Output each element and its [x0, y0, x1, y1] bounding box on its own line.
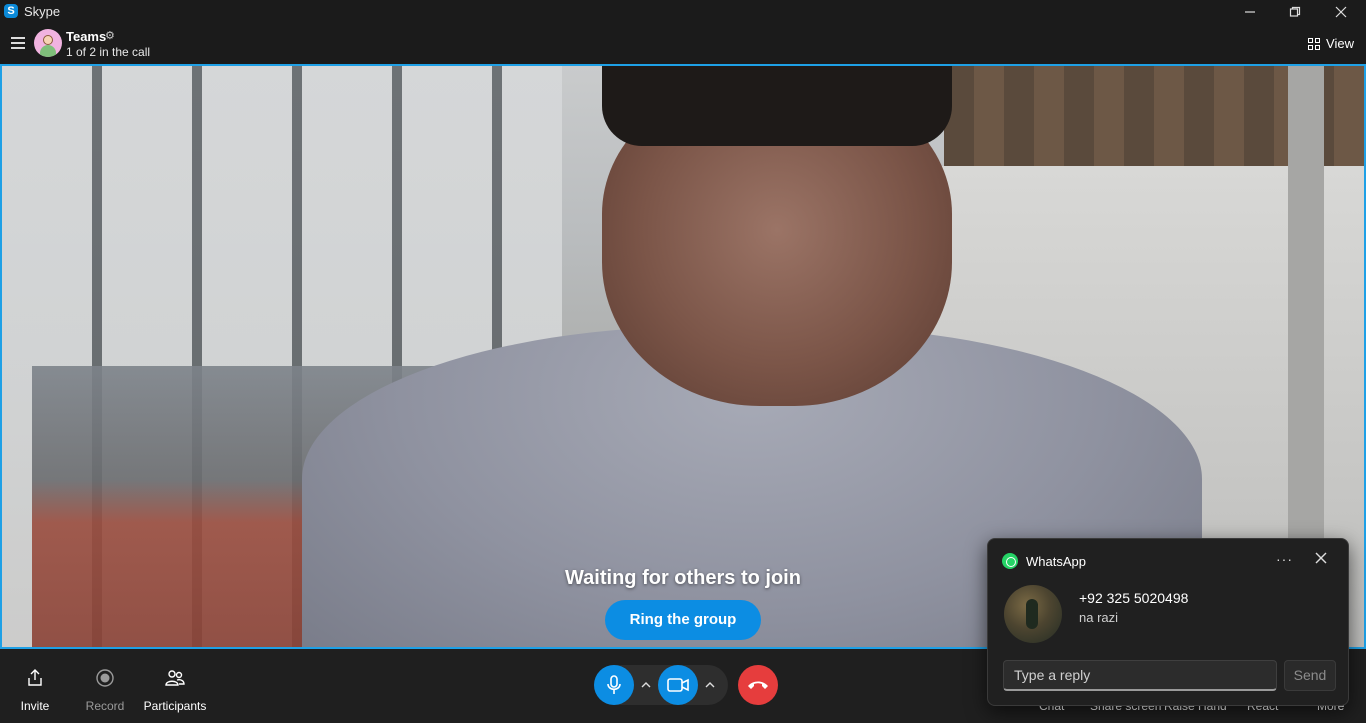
share-icon — [28, 669, 42, 686]
app-title: Skype — [24, 4, 61, 19]
minimize-icon — [1245, 11, 1255, 13]
people-icon — [165, 670, 185, 686]
grid-icon — [1308, 37, 1321, 50]
camera-options-button[interactable] — [702, 677, 718, 693]
video-camera-icon — [667, 678, 689, 692]
record-icon — [96, 669, 114, 687]
call-header: Teams ⚙ 1 of 2 in the call View — [0, 24, 1366, 64]
view-button[interactable]: View — [1308, 36, 1354, 51]
camera-button[interactable] — [658, 665, 698, 705]
ring-group-button[interactable]: Ring the group — [605, 600, 761, 640]
participant-count: 1 of 2 in the call — [66, 45, 151, 59]
whatsapp-icon — [1002, 553, 1018, 569]
message-preview: na razi — [1079, 610, 1119, 625]
minimize-button[interactable] — [1227, 0, 1273, 24]
notification-app-name: WhatsApp — [1026, 554, 1086, 569]
more-options-icon[interactable]: ··· — [1276, 551, 1293, 567]
microphone-icon — [607, 675, 621, 694]
close-icon[interactable] — [1314, 551, 1328, 565]
close-icon — [1335, 6, 1347, 18]
chevron-up-icon — [641, 682, 651, 688]
end-call-button[interactable] — [738, 665, 778, 705]
hang-up-icon — [748, 681, 768, 689]
record-label: Record — [85, 699, 125, 713]
sender-avatar — [1004, 585, 1062, 643]
send-button[interactable]: Send — [1284, 660, 1336, 691]
conversation-title[interactable]: Teams — [66, 29, 106, 44]
close-window-button[interactable] — [1318, 0, 1364, 24]
av-controls — [594, 665, 728, 705]
gear-icon[interactable]: ⚙ — [105, 29, 115, 42]
avatar[interactable] — [34, 29, 62, 57]
invite-label: Invite — [20, 699, 50, 713]
chevron-up-icon — [705, 682, 715, 688]
skype-logo-icon: S — [4, 4, 18, 18]
microphone-button[interactable] — [594, 665, 634, 705]
invite-button[interactable]: Invite — [0, 649, 70, 723]
record-button[interactable]: Record — [70, 649, 140, 723]
reply-input[interactable] — [1003, 660, 1277, 691]
participants-button[interactable]: Participants — [140, 649, 210, 723]
microphone-options-button[interactable] — [638, 677, 654, 693]
participants-label: Participants — [143, 699, 207, 713]
whatsapp-notification[interactable]: WhatsApp ··· +92 325 5020498 na razi Sen… — [987, 538, 1349, 706]
restore-button[interactable] — [1272, 0, 1318, 24]
view-label: View — [1326, 36, 1354, 51]
title-bar: S Skype — [0, 0, 1366, 24]
sender-name: +92 325 5020498 — [1079, 590, 1189, 606]
restore-icon — [1289, 6, 1301, 17]
menu-icon[interactable] — [11, 37, 25, 49]
